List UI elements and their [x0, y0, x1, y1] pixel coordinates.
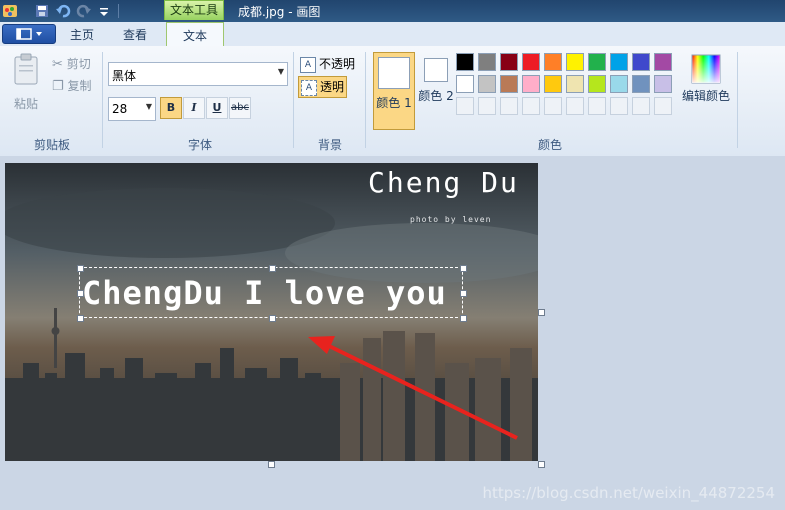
palette-swatch[interactable] — [500, 75, 518, 93]
palette-swatch[interactable] — [566, 53, 584, 71]
tab-text[interactable]: 文本 — [166, 22, 224, 47]
group-separator — [293, 52, 294, 148]
group-separator — [102, 52, 103, 148]
bold-button[interactable]: B — [160, 97, 182, 119]
palette-swatch[interactable] — [654, 53, 672, 71]
group-separator — [737, 52, 738, 148]
group-separator — [365, 52, 366, 148]
canvas-resize-handle-right[interactable] — [538, 309, 545, 316]
color2-label: 颜色 2 — [418, 89, 454, 103]
window-title: 成都.jpg - 画图 — [238, 5, 321, 19]
palette-swatch[interactable] — [654, 75, 672, 93]
palette-swatch[interactable] — [544, 75, 562, 93]
palette-swatch[interactable] — [544, 97, 562, 115]
paint-menu-button[interactable] — [2, 24, 56, 44]
palette-swatch[interactable] — [610, 53, 628, 71]
palette-swatch[interactable] — [566, 97, 584, 115]
paint-app-icon[interactable] — [2, 3, 18, 19]
cut-button[interactable]: ✂ 剪切 — [52, 55, 91, 72]
underline-button[interactable]: U — [206, 97, 228, 119]
palette-swatch[interactable] — [654, 97, 672, 115]
tab-home[interactable]: 主页 — [60, 24, 104, 45]
palette-swatch[interactable] — [500, 53, 518, 71]
customize-quick-access-icon[interactable] — [96, 3, 112, 19]
colors-group-label: 颜色 — [537, 138, 562, 152]
transparent-button[interactable]: A 透明 — [298, 76, 348, 98]
watermark-text: https://blog.csdn.net/weixin_44872254 — [482, 484, 775, 502]
canvas-resize-handle-bottom[interactable] — [268, 461, 275, 468]
font-group-label: 字体 — [187, 138, 212, 152]
chevron-down-icon: ▼ — [145, 102, 152, 111]
color-palette — [456, 53, 676, 119]
paste-button[interactable]: 粘贴 — [6, 52, 46, 118]
palette-swatch[interactable] — [610, 97, 628, 115]
canvas-resize-handle-corner[interactable] — [538, 461, 545, 468]
copy-icon: ❐ — [52, 79, 64, 94]
font-family-select[interactable]: 黑体 ▼ — [108, 62, 288, 86]
edit-colors-label: 编辑颜色 — [681, 89, 730, 103]
cut-label: 剪切 — [66, 57, 91, 71]
rainbow-icon — [691, 54, 721, 87]
ribbon: 粘贴 ✂ 剪切 ❐ 复制 剪贴板 黑体 ▼ 28 ▼ B I U abc 字体 … — [0, 46, 785, 157]
color1-swatch — [378, 57, 410, 89]
palette-swatch[interactable] — [456, 97, 474, 115]
separator — [118, 4, 119, 18]
canvas-image[interactable]: Cheng Du photo by leven ChengDu I love y… — [5, 163, 538, 461]
red-arrow-annotation — [308, 336, 518, 440]
clipboard-group-label: 剪贴板 — [33, 138, 70, 152]
font-family-value: 黑体 — [112, 69, 137, 83]
opaque-label: 不透明 — [319, 57, 356, 71]
palette-swatch[interactable] — [610, 75, 628, 93]
opaque-button[interactable]: A 不透明 — [300, 55, 355, 73]
palette-swatch[interactable] — [544, 53, 562, 71]
palette-swatch[interactable] — [456, 75, 474, 93]
scissors-icon: ✂ — [52, 57, 63, 72]
palette-swatch[interactable] — [632, 53, 650, 71]
clipboard-icon — [11, 53, 41, 89]
font-size-select[interactable]: 28 ▼ — [108, 97, 156, 121]
color1-label: 颜色 1 — [376, 96, 412, 110]
strikethrough-button[interactable]: abc — [229, 97, 251, 119]
palette-swatch[interactable] — [500, 97, 518, 115]
copy-label: 复制 — [67, 79, 92, 93]
redo-icon[interactable] — [76, 3, 92, 19]
palette-swatch[interactable] — [632, 97, 650, 115]
edit-colors-button[interactable]: 编辑颜色 — [680, 54, 732, 104]
save-icon[interactable] — [34, 3, 50, 19]
font-size-value: 28 — [112, 102, 128, 116]
ribbon-tab-row: 主页 查看 文本 — [0, 22, 785, 47]
color1-button[interactable]: 颜色 1 — [373, 52, 415, 130]
palette-swatch[interactable] — [566, 75, 584, 93]
palette-swatch[interactable] — [632, 75, 650, 93]
copy-button[interactable]: ❐ 复制 — [52, 77, 92, 94]
chevron-down-icon: ▼ — [277, 67, 284, 76]
title-bar: 文本工具 成都.jpg - 画图 — [0, 0, 785, 22]
italic-button[interactable]: I — [183, 97, 205, 119]
transparent-label: 透明 — [320, 80, 345, 94]
palette-swatch[interactable] — [588, 97, 606, 115]
tab-view[interactable]: 查看 — [113, 24, 157, 45]
transparent-icon: A — [301, 79, 317, 96]
palette-swatch[interactable] — [588, 75, 606, 93]
undo-icon[interactable] — [55, 3, 71, 19]
opaque-icon: A — [300, 56, 316, 73]
palette-swatch[interactable] — [478, 97, 496, 115]
color2-button[interactable]: 颜色 2 — [416, 52, 456, 130]
text-tools-context-tab: 文本工具 — [164, 0, 224, 20]
color2-swatch — [424, 58, 448, 82]
palette-swatch[interactable] — [478, 75, 496, 93]
palette-swatch[interactable] — [522, 53, 540, 71]
palette-swatch[interactable] — [456, 53, 474, 71]
palette-swatch[interactable] — [478, 53, 496, 71]
palette-swatch[interactable] — [588, 53, 606, 71]
palette-swatch[interactable] — [522, 75, 540, 93]
background-group-label: 背景 — [317, 138, 342, 152]
paste-label: 粘贴 — [13, 97, 38, 111]
palette-swatch[interactable] — [522, 97, 540, 115]
